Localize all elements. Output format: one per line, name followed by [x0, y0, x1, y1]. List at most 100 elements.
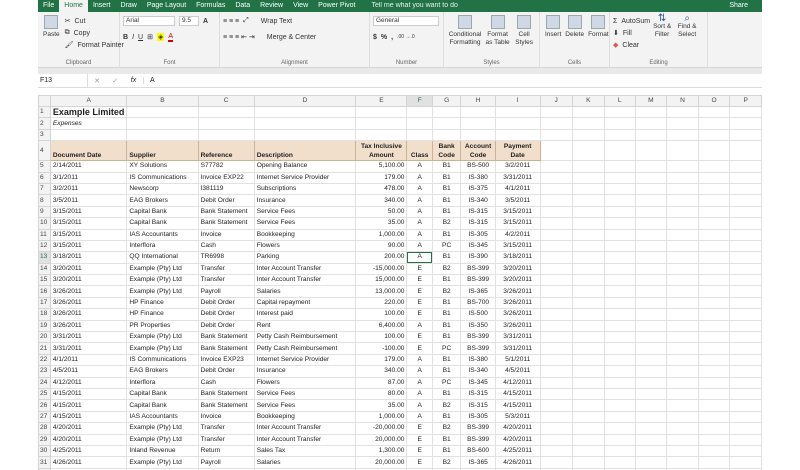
- cell[interactable]: 3/18/2011: [49, 251, 128, 264]
- cell[interactable]: [539, 251, 573, 264]
- cell[interactable]: 4/12/2011: [494, 376, 541, 390]
- font-color-icon[interactable]: A: [168, 33, 174, 42]
- cell[interactable]: B1: [431, 228, 462, 241]
- cell[interactable]: [571, 399, 605, 412]
- cell[interactable]: [406, 128, 433, 142]
- cell[interactable]: [729, 319, 762, 333]
- cell[interactable]: Insurance: [253, 365, 357, 378]
- cell[interactable]: 3/5/2011: [494, 194, 541, 207]
- cell[interactable]: 4/5/2011: [494, 365, 541, 378]
- cell[interactable]: 35.00: [355, 399, 408, 412]
- cell[interactable]: Bookkeeping: [253, 410, 357, 424]
- cell[interactable]: A: [406, 239, 433, 253]
- cell[interactable]: [634, 444, 668, 458]
- cell[interactable]: [253, 128, 357, 142]
- cell[interactable]: B1: [431, 194, 462, 207]
- cell[interactable]: Internet Service Provider: [253, 353, 357, 367]
- cell[interactable]: [729, 308, 762, 321]
- cell[interactable]: [603, 433, 636, 446]
- align-center-icon[interactable]: ≡ ≡ ≡ ⇤ ⇥: [223, 33, 255, 41]
- cell[interactable]: 3/2/2011: [49, 182, 128, 196]
- borders-icon[interactable]: ⊞: [147, 33, 153, 41]
- cell[interactable]: IS-305: [460, 410, 496, 424]
- cell[interactable]: 4/15/2011: [49, 399, 128, 412]
- cell[interactable]: [666, 376, 699, 390]
- cell[interactable]: [697, 376, 731, 390]
- cell[interactable]: [666, 342, 699, 355]
- cell[interactable]: Salaries: [253, 456, 357, 469]
- cell[interactable]: A: [406, 160, 433, 173]
- cell[interactable]: Debit Order: [197, 365, 255, 378]
- font-name-select[interactable]: Arial: [123, 16, 175, 26]
- cell[interactable]: [666, 387, 699, 401]
- cancel-icon[interactable]: ✕: [88, 77, 106, 85]
- cell[interactable]: [729, 422, 762, 435]
- cell[interactable]: 4/15/2011: [494, 399, 541, 412]
- column-header-A[interactable]: A: [49, 95, 128, 107]
- column-header-F[interactable]: F: [406, 95, 433, 107]
- cell[interactable]: Internet Service Provider: [253, 171, 357, 184]
- cell[interactable]: 4/15/2011: [49, 410, 128, 424]
- cell[interactable]: IS-365: [460, 285, 496, 298]
- cell[interactable]: [539, 296, 573, 310]
- cell[interactable]: [571, 140, 605, 162]
- cell[interactable]: Bank Statement: [197, 217, 255, 230]
- cell[interactable]: 4/26/2011: [49, 456, 128, 469]
- column-header-L[interactable]: L: [603, 95, 636, 107]
- orientation-icon[interactable]: ⤢: [243, 17, 249, 25]
- cell[interactable]: EAG Brokers: [126, 194, 199, 207]
- column-title[interactable]: Supplier: [126, 140, 199, 162]
- cell[interactable]: [666, 262, 699, 276]
- cell[interactable]: B1: [431, 319, 462, 333]
- cell[interactable]: 4/20/2011: [49, 433, 128, 446]
- cell[interactable]: [571, 128, 605, 142]
- cell[interactable]: A: [406, 376, 433, 390]
- cell[interactable]: 4/20/2011: [49, 422, 128, 435]
- cell[interactable]: Example (Pty) Ltd: [126, 342, 199, 355]
- cell[interactable]: E: [406, 444, 433, 458]
- tab-data[interactable]: Data: [230, 0, 255, 12]
- cell[interactable]: [253, 117, 357, 130]
- cell[interactable]: [431, 105, 462, 119]
- formula-input[interactable]: A: [144, 77, 155, 84]
- cell[interactable]: [729, 444, 762, 458]
- cell[interactable]: [634, 117, 668, 130]
- cell[interactable]: [603, 171, 636, 184]
- cell[interactable]: E: [406, 456, 433, 469]
- cell[interactable]: [634, 228, 668, 241]
- cell[interactable]: [539, 433, 573, 446]
- cell[interactable]: [729, 456, 762, 469]
- cell[interactable]: [729, 342, 762, 355]
- cell[interactable]: B1: [431, 365, 462, 378]
- row-header[interactable]: 26: [38, 399, 51, 412]
- cell[interactable]: Bookkeeping: [253, 228, 357, 241]
- cell[interactable]: 340.00: [355, 194, 408, 207]
- cell[interactable]: [697, 228, 731, 241]
- cell[interactable]: EAG Brokers: [126, 365, 199, 378]
- cell[interactable]: [666, 353, 699, 367]
- cell[interactable]: 4/25/2011: [494, 444, 541, 458]
- cell[interactable]: [666, 365, 699, 378]
- cell[interactable]: [634, 319, 668, 333]
- cell[interactable]: 87.00: [355, 376, 408, 390]
- cell[interactable]: [697, 205, 731, 219]
- cell[interactable]: IAS Accountants: [126, 228, 199, 241]
- cell[interactable]: [494, 117, 541, 130]
- cell[interactable]: 2/14/2011: [49, 160, 128, 173]
- cell[interactable]: Bank Statement: [197, 387, 255, 401]
- cell[interactable]: [666, 194, 699, 207]
- cell[interactable]: Rent: [253, 319, 357, 333]
- cell[interactable]: 4/20/2011: [494, 422, 541, 435]
- cell[interactable]: [697, 319, 731, 333]
- tab-review[interactable]: Review: [255, 0, 288, 12]
- cell[interactable]: PC: [431, 342, 462, 355]
- cell[interactable]: Interest paid: [253, 308, 357, 321]
- cell[interactable]: B1: [431, 308, 462, 321]
- cell[interactable]: [729, 182, 762, 196]
- cell[interactable]: E: [406, 433, 433, 446]
- cell[interactable]: [197, 117, 255, 130]
- cell[interactable]: [539, 262, 573, 276]
- cell[interactable]: [571, 217, 605, 230]
- cell[interactable]: [603, 205, 636, 219]
- cell[interactable]: [697, 308, 731, 321]
